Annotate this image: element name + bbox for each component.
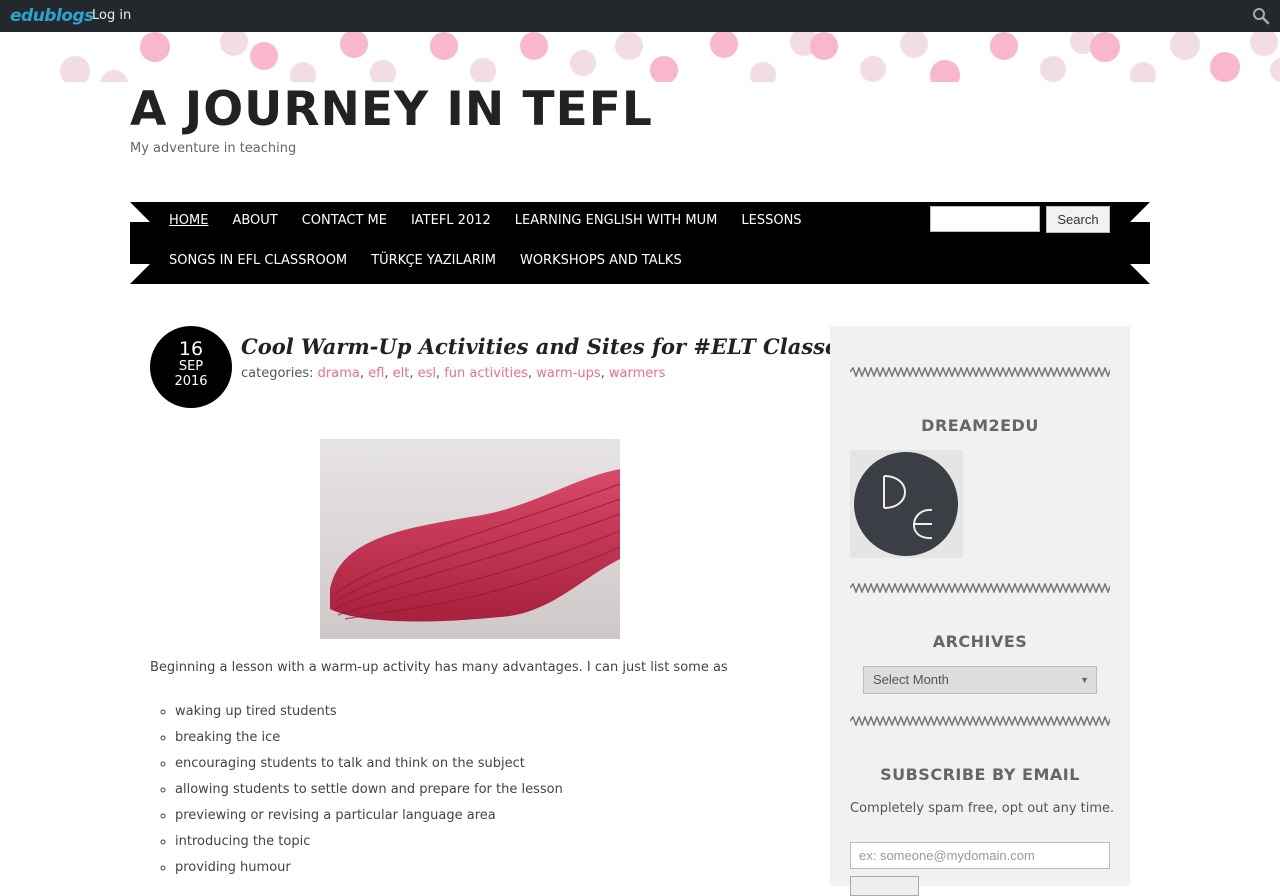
nav-item[interactable]: LESSONS	[741, 202, 801, 242]
list-item: waking up tired students	[175, 700, 563, 726]
post-date-year: 2016	[174, 374, 208, 389]
decorative-dot	[100, 70, 128, 82]
decorative-dot	[990, 32, 1018, 60]
post-image	[320, 439, 620, 639]
wavy-divider	[850, 583, 1110, 593]
decorative-dot	[520, 32, 548, 60]
decorative-dot	[930, 60, 960, 82]
decorative-dot	[140, 32, 170, 62]
list-item: providing humour	[175, 856, 563, 882]
decorative-dot	[60, 56, 90, 82]
decorative-dot	[1210, 52, 1240, 82]
subscribe-text: Completely spam free, opt out any time.	[850, 801, 1115, 816]
widget-title: ARCHIVES	[932, 632, 1028, 651]
search-input[interactable]	[930, 206, 1040, 232]
decorative-dot	[710, 32, 738, 58]
list-item: introducing the topic	[175, 830, 563, 856]
list-item: breaking the ice	[175, 726, 563, 752]
search-icon[interactable]	[1252, 7, 1270, 25]
category-link[interactable]: drama	[318, 366, 360, 381]
category-link[interactable]: elt	[393, 366, 410, 381]
nav-item[interactable]: TÜRKÇE YAZILARIM	[371, 242, 496, 282]
decorative-dot	[1270, 58, 1280, 82]
post-categories: categories: drama, efl, elt, esl, fun ac…	[241, 366, 666, 381]
categories-label: categories:	[241, 366, 314, 381]
list-item: previewing or revising a particular lang…	[175, 804, 563, 830]
login-link[interactable]: Log in	[92, 8, 131, 23]
category-link[interactable]: esl	[418, 366, 436, 381]
chevron-down-icon: ▼	[1080, 675, 1089, 685]
edublogs-logo[interactable]: edublogs	[10, 3, 94, 29]
nav-item[interactable]: ABOUT	[232, 202, 277, 242]
decorative-dot	[340, 32, 368, 58]
decorative-dot	[810, 32, 838, 60]
decorative-dot	[250, 42, 278, 70]
category-link[interactable]: fun activities	[444, 366, 528, 381]
decorative-dot	[370, 60, 396, 82]
main-navigation: HOME ABOUT CONTACT ME IATEFL 2012 LEARNING E…	[130, 202, 1150, 284]
advantages-list: waking up tired students breaking the ic…	[150, 700, 563, 882]
post-title[interactable]: Cool Warm-Up Activities and Sites for #E…	[241, 334, 850, 359]
nav-item[interactable]: HOME	[169, 202, 208, 242]
nav-item[interactable]: WORKSHOPS AND TALKS	[520, 242, 682, 282]
wavy-divider	[850, 367, 1110, 377]
dots-banner	[0, 32, 1280, 82]
category-link[interactable]: warmers	[609, 366, 666, 381]
post-date-day: 16	[178, 338, 204, 360]
decorative-dot	[1170, 32, 1200, 60]
decorative-dot	[570, 50, 596, 76]
decorative-dot	[1250, 32, 1278, 56]
list-item: allowing students to settle down and pre…	[175, 778, 563, 804]
nav-item[interactable]: SONGS IN EFL CLASSROOM	[169, 242, 347, 282]
decorative-dot	[290, 62, 316, 82]
decorative-dot	[860, 56, 886, 82]
nav-right-notch	[1130, 202, 1150, 284]
widget-title: DREAM2EDU	[921, 416, 1039, 435]
category-link[interactable]: efl	[368, 366, 384, 381]
decorative-dot	[650, 56, 678, 82]
archive-month-select[interactable]: Select Month ▼	[863, 666, 1097, 694]
decorative-dot	[1090, 32, 1120, 62]
site-description: My adventure in teaching	[130, 141, 297, 156]
dream2edu-avatar[interactable]	[850, 450, 963, 558]
decorative-dot	[430, 32, 458, 60]
decorative-dot	[1130, 62, 1156, 82]
nav-left-notch	[130, 202, 150, 284]
nav-item[interactable]: LEARNING ENGLISH WITH MUM	[515, 202, 718, 242]
wavy-divider	[850, 716, 1110, 726]
nav-item[interactable]: IATEFL 2012	[411, 202, 491, 242]
post-intro: Beginning a lesson with a warm-up activi…	[150, 660, 728, 675]
nav-item[interactable]: CONTACT ME	[302, 202, 387, 242]
decorative-dot	[750, 62, 776, 82]
decorative-dot	[1040, 56, 1066, 82]
decorative-dot	[220, 32, 248, 56]
site-title[interactable]: A JOURNEY IN TEFL	[130, 82, 653, 138]
decorative-dot	[615, 32, 643, 60]
post-date-month: SEP	[178, 359, 204, 374]
archive-select-value: Select Month	[873, 672, 949, 687]
category-link[interactable]: warm-ups	[536, 366, 600, 381]
decorative-dot	[470, 58, 496, 82]
widget-title: SUBSCRIBE BY EMAIL	[880, 765, 1080, 784]
admin-bar: edublogs Log in	[0, 0, 1280, 32]
search-button[interactable]: Search	[1046, 206, 1110, 233]
sidebar: DREAM2EDU ARCHIVES Select Month ▼ SUBSCR…	[830, 326, 1130, 896]
list-item: encouraging students to talk and think o…	[175, 752, 563, 778]
email-field[interactable]: ex: someone@mydomain.com	[850, 842, 1110, 869]
nav-menu: HOME ABOUT CONTACT ME IATEFL 2012 LEARNING E…	[169, 202, 909, 282]
subscribe-button[interactable]	[850, 876, 919, 896]
post-date-badge: 16 SEP 2016	[150, 326, 232, 408]
decorative-dot	[900, 32, 928, 58]
